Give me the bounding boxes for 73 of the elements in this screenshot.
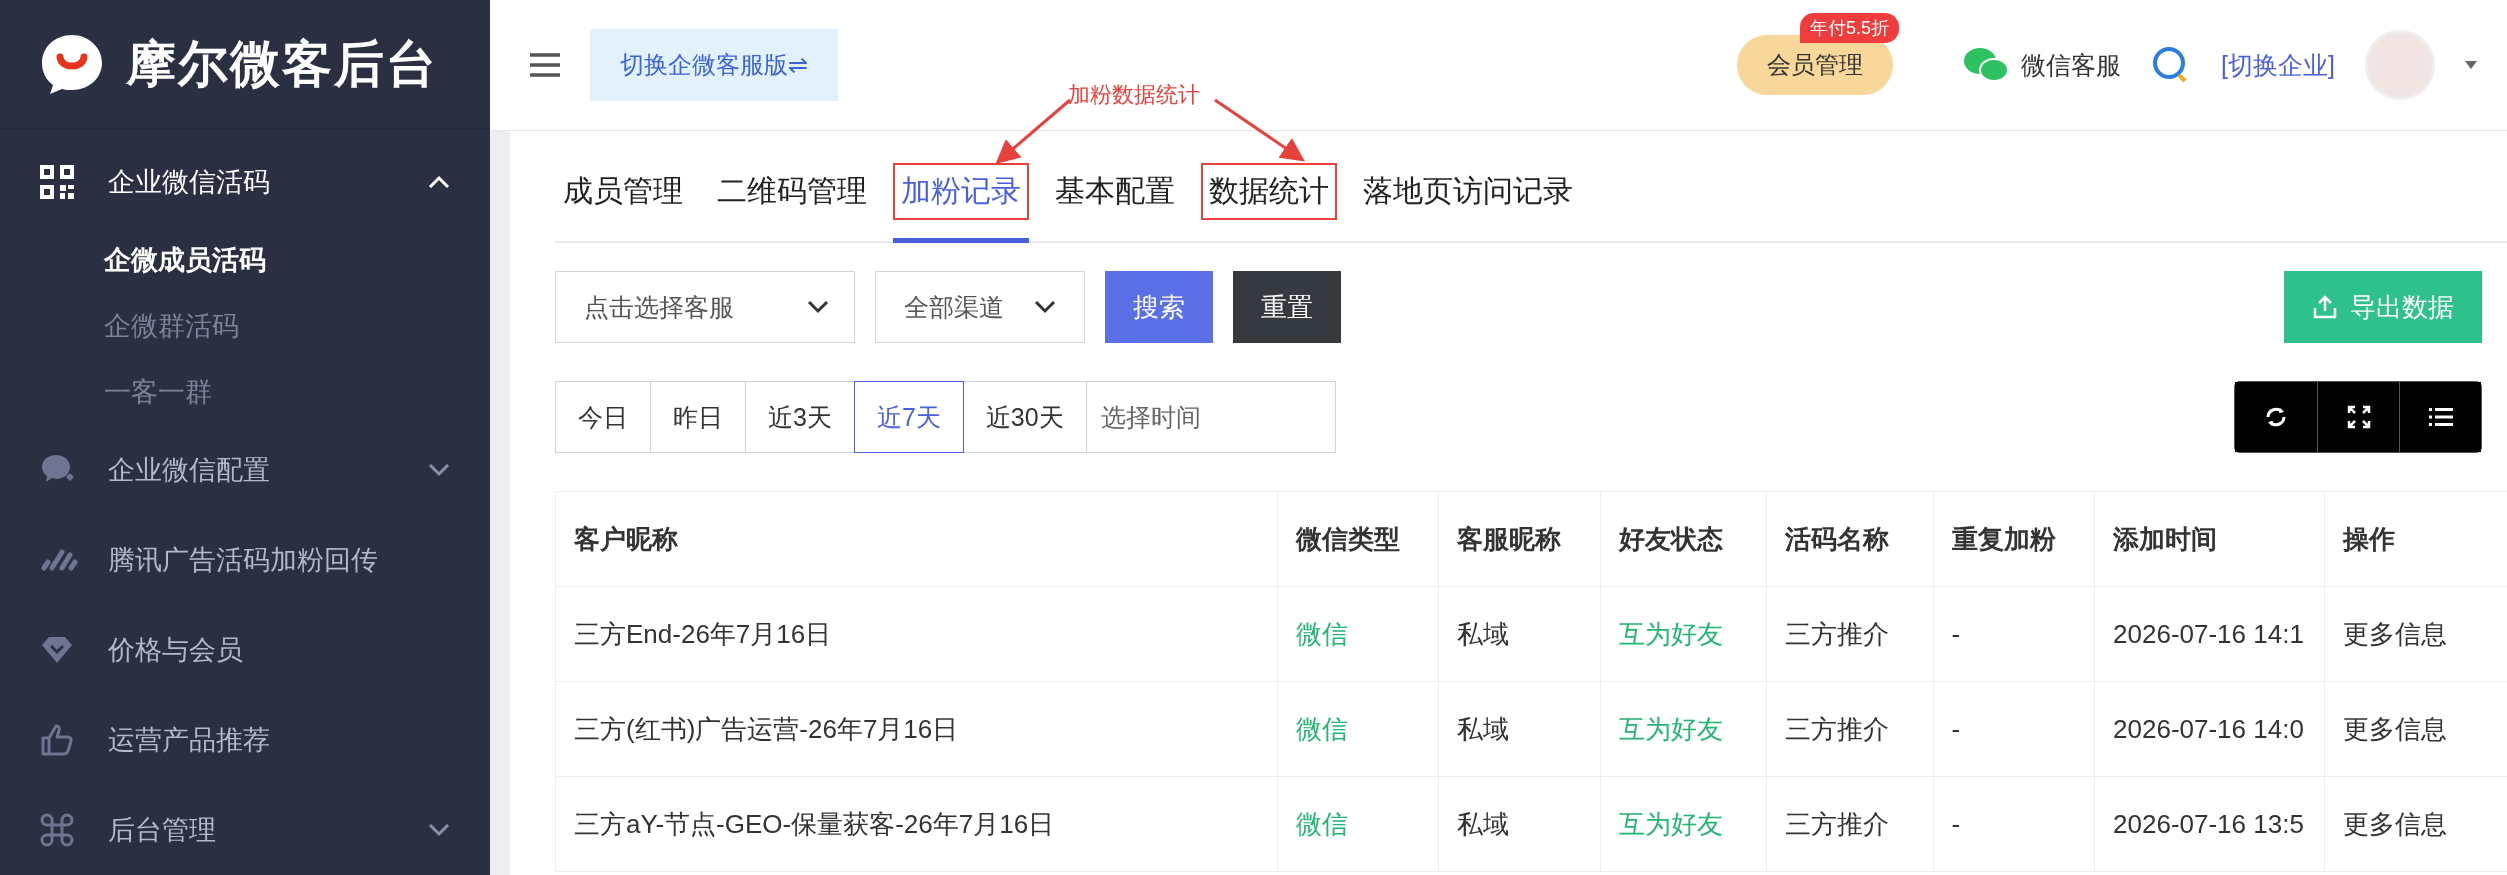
table-cell: 三方推介: [1766, 681, 1934, 777]
search-button[interactable]: 搜索: [1105, 271, 1213, 343]
chevron-icon: [1034, 300, 1056, 314]
column-header: 微信类型: [1277, 491, 1439, 587]
table-cell: 微信: [1277, 776, 1439, 872]
column-header: 操作: [2324, 491, 2507, 587]
table-cell: -: [1933, 776, 2095, 872]
tab[interactable]: 二维码管理: [709, 163, 875, 243]
stripes-icon: [40, 548, 78, 572]
thumbs-up-icon: [40, 723, 74, 757]
command-icon: [40, 813, 74, 847]
sidebar-item[interactable]: 企业微信活码: [0, 137, 490, 227]
sidebar-item[interactable]: 后台管理: [0, 785, 490, 875]
date-range-button[interactable]: 昨日: [650, 381, 746, 453]
channel-select[interactable]: 全部渠道: [875, 271, 1085, 343]
table-cell: 三方(红书)广告运营-26年7月16日: [555, 681, 1278, 777]
table-cell: 2026-07-16 13:5: [2094, 776, 2325, 872]
column-header: 客户昵称: [555, 491, 1278, 587]
table-cell: 互为好友: [1600, 776, 1767, 872]
column-header: 添加时间: [2094, 491, 2325, 587]
sidebar-item[interactable]: 企业微信配置: [0, 425, 490, 515]
table-cell: 微信: [1277, 681, 1439, 777]
sidebar-item[interactable]: 运营产品推荐: [0, 695, 490, 785]
date-range-button[interactable]: 近7天: [853, 381, 964, 453]
table-cell: 三方End-26年7月16日: [555, 586, 1278, 682]
switch-company-link[interactable]: [切换企业]: [2221, 48, 2335, 82]
chevron-icon: [428, 175, 450, 189]
column-header: 重复加粉: [1933, 491, 2095, 587]
list-icon: [2428, 407, 2453, 427]
table-cell: -: [1933, 681, 2095, 777]
table-cell: 2026-07-16 14:0: [2094, 681, 2325, 777]
wechat-service-link[interactable]: 微信客服: [1963, 46, 2122, 84]
tab[interactable]: 成员管理: [555, 163, 691, 243]
diamond-icon: [40, 636, 74, 664]
sidebar-item[interactable]: 腾讯广告活码加粉回传: [0, 515, 490, 605]
table-cell: 私域: [1438, 681, 1601, 777]
table-cell: 三方推介: [1766, 586, 1934, 682]
sidebar-subitem[interactable]: 企微成员活码: [0, 227, 490, 293]
agent-select[interactable]: 点击选择客服: [555, 271, 855, 343]
upload-icon: [2312, 294, 2338, 320]
columns-button[interactable]: [2399, 382, 2481, 452]
discount-badge: 年付5.5折: [1800, 13, 1900, 43]
date-range-button[interactable]: 近3天: [745, 381, 855, 453]
sidebar-item[interactable]: 价格与会员: [0, 605, 490, 695]
app-title: 摩尔微客后台: [126, 34, 438, 94]
caret-icon[interactable]: [2465, 61, 2477, 69]
date-picker-field[interactable]: 选择时间: [1085, 381, 1336, 453]
column-header: 活码名称: [1766, 491, 1934, 587]
date-range-button[interactable]: 近30天: [962, 381, 1087, 453]
chevron-icon: [807, 300, 829, 314]
table-cell: 三方aY-节点-GEO-保量获客-26年7月16日: [555, 776, 1278, 872]
table-cell: -: [1933, 586, 2095, 682]
tab[interactable]: 基本配置: [1047, 163, 1183, 243]
column-header: 好友状态: [1600, 491, 1767, 587]
table-cell: 私域: [1438, 776, 1601, 872]
table-cell: 三方推介: [1766, 776, 1934, 872]
chevron-icon: [428, 823, 450, 837]
date-range-button[interactable]: 今日: [555, 381, 651, 453]
tab[interactable]: 落地页访问记录: [1355, 163, 1581, 243]
table-cell: 私域: [1438, 586, 1601, 682]
column-header: 客服昵称: [1438, 491, 1601, 587]
annotation-label: 加粉数据统计: [1068, 81, 1200, 109]
logo-icon: [40, 33, 104, 95]
table-cell: 互为好友: [1600, 681, 1767, 777]
menu-icon[interactable]: [530, 53, 560, 77]
switch-version-button[interactable]: 切换企微客服版⇌: [590, 29, 839, 101]
reset-button[interactable]: 重置: [1233, 271, 1341, 343]
table-cell: 互为好友: [1600, 586, 1767, 682]
chevron-icon: [428, 463, 450, 477]
table-cell: 2026-07-16 14:1: [2094, 586, 2325, 682]
table-cell: 微信: [1277, 586, 1439, 682]
qr-code-icon: [40, 165, 74, 199]
fullscreen-icon: [2346, 405, 2371, 429]
